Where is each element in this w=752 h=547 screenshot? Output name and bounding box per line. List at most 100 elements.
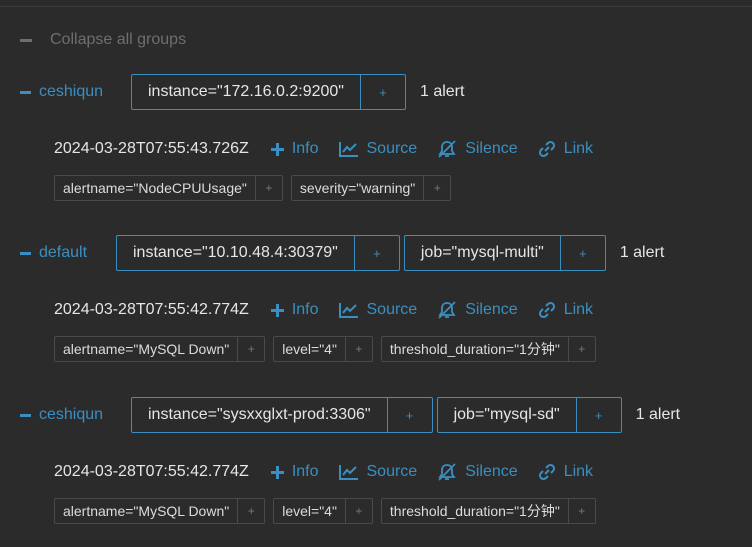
bell-slash-icon [438, 140, 456, 158]
silence-label: Silence [465, 140, 518, 157]
plus-icon [270, 465, 284, 479]
alert-label-text: alertname="MySQL Down" [55, 499, 239, 523]
minus-icon [20, 413, 31, 417]
alert-label-text: severity="warning" [292, 176, 425, 200]
source-label: Source [366, 140, 418, 157]
add-filter-icon[interactable]: + [346, 499, 372, 523]
alert-row: 2024-03-28T07:55:42.774Z Info Source Sil… [54, 298, 613, 322]
group-name: ceshiqun [39, 83, 104, 100]
bell-slash-icon [438, 463, 456, 481]
group-label-text: job="mysql-sd" [438, 398, 577, 432]
alert-labels: alertname="MySQL Down" + level="4" + thr… [54, 498, 604, 524]
alert-label-chip[interactable]: threshold_duration="1分钟" + [380, 336, 596, 362]
alert-timestamp: 2024-03-28T07:55:43.726Z [54, 140, 249, 157]
group-label-text: instance="172.16.0.2:9200" [132, 75, 361, 109]
alert-label-text: threshold_duration="1分钟" [382, 499, 569, 523]
silence-button[interactable]: Silence [437, 463, 518, 481]
group-toggle[interactable]: ceshiqun [20, 406, 116, 424]
chart-line-icon [338, 303, 358, 318]
alert-label-chip[interactable]: level="4" + [273, 498, 373, 524]
alert-label-text: alertname="MySQL Down" [55, 337, 239, 361]
plus-icon [270, 303, 284, 317]
group-label-filter[interactable]: job="mysql-multi" + [403, 235, 606, 271]
alert-label-chip[interactable]: alertname="MySQL Down" + [54, 336, 266, 362]
alert-label-chip[interactable]: threshold_duration="1分钟" + [380, 498, 596, 524]
add-filter-icon[interactable]: + [346, 337, 372, 361]
link-icon [538, 463, 555, 481]
source-label: Source [366, 463, 418, 480]
alert-label-text: level="4" [274, 499, 346, 523]
add-filter-icon[interactable]: + [424, 176, 450, 200]
group-label-filter[interactable]: job="mysql-sd" + [436, 397, 622, 433]
collapse-all-groups-button[interactable]: Collapse all groups [20, 28, 186, 52]
link-icon [538, 301, 555, 319]
link-icon [538, 140, 555, 158]
add-filter-icon[interactable]: + [577, 398, 621, 432]
silence-label: Silence [465, 463, 518, 480]
add-filter-icon[interactable]: + [355, 236, 399, 270]
alert-label-chip[interactable]: alertname="MySQL Down" + [54, 498, 266, 524]
alert-label-chip[interactable]: alertname="NodeCPUUsage" + [54, 175, 283, 201]
info-button[interactable]: Info [270, 463, 319, 481]
link-label: Link [563, 463, 594, 480]
alert-timestamp: 2024-03-28T07:55:42.774Z [54, 463, 249, 480]
add-filter-icon[interactable]: + [569, 499, 595, 523]
add-filter-icon[interactable]: + [569, 337, 595, 361]
alert-row: 2024-03-28T07:55:42.774Z Info Source Sil… [54, 460, 613, 484]
alert-group-header: ceshiqun instance="sysxxglxt-prod:3306" … [20, 396, 680, 434]
alert-group-header: ceshiqun instance="172.16.0.2:9200" + 1 … [20, 73, 464, 111]
alert-label-chip[interactable]: level="4" + [273, 336, 373, 362]
alert-group-header: default instance="10.10.48.4:30379" + jo… [20, 234, 664, 272]
add-filter-icon[interactable]: + [561, 236, 605, 270]
alert-label-chip[interactable]: severity="warning" + [290, 175, 452, 201]
link-label: Link [563, 140, 594, 157]
add-filter-icon[interactable]: + [388, 398, 432, 432]
info-button[interactable]: Info [270, 140, 319, 158]
chart-line-icon [338, 465, 358, 480]
info-button[interactable]: Info [270, 301, 319, 319]
group-label-text: job="mysql-multi" [405, 236, 561, 270]
alert-count: 1 alert [619, 244, 665, 261]
add-filter-icon[interactable]: + [361, 75, 405, 109]
group-label-filter[interactable]: instance="sysxxglxt-prod:3306" + [131, 397, 433, 433]
alert-label-text: alertname="NodeCPUUsage" [55, 176, 256, 200]
minus-icon [20, 90, 31, 94]
link-button[interactable]: Link [538, 301, 593, 319]
group-toggle[interactable]: default [20, 244, 116, 262]
link-button[interactable]: Link [538, 140, 593, 158]
group-label-text: instance="10.10.48.4:30379" [117, 236, 355, 270]
alert-count: 1 alert [635, 406, 681, 423]
alert-labels: alertname="NodeCPUUsage" + severity="war… [54, 175, 459, 201]
add-filter-icon[interactable]: + [238, 337, 264, 361]
source-button[interactable]: Source [338, 301, 418, 319]
group-toggle[interactable]: ceshiqun [20, 83, 116, 101]
link-button[interactable]: Link [538, 463, 593, 481]
silence-button[interactable]: Silence [437, 301, 518, 319]
minus-icon [20, 38, 32, 42]
source-button[interactable]: Source [338, 140, 418, 158]
alert-label-text: threshold_duration="1分钟" [382, 337, 569, 361]
minus-icon [20, 251, 31, 255]
alert-row: 2024-03-28T07:55:43.726Z Info Source Sil… [54, 137, 613, 161]
info-label: Info [291, 463, 319, 480]
group-name: default [39, 244, 88, 261]
info-label: Info [291, 301, 319, 318]
alert-timestamp: 2024-03-28T07:55:42.774Z [54, 301, 249, 318]
silence-label: Silence [465, 301, 518, 318]
link-label: Link [563, 301, 594, 318]
group-label-text: instance="sysxxglxt-prod:3306" [132, 398, 388, 432]
plus-icon [270, 142, 284, 156]
add-filter-icon[interactable]: + [256, 176, 282, 200]
silence-button[interactable]: Silence [437, 140, 518, 158]
group-label-filter[interactable]: instance="10.10.48.4:30379" + [116, 235, 400, 271]
group-name: ceshiqun [39, 406, 104, 423]
chart-line-icon [338, 142, 358, 157]
collapse-all-label: Collapse all groups [50, 31, 187, 48]
top-divider [0, 0, 752, 7]
group-label-filter[interactable]: instance="172.16.0.2:9200" + [131, 74, 406, 110]
source-button[interactable]: Source [338, 463, 418, 481]
add-filter-icon[interactable]: + [238, 499, 264, 523]
alert-label-text: level="4" [274, 337, 346, 361]
alert-labels: alertname="MySQL Down" + level="4" + thr… [54, 336, 604, 362]
source-label: Source [366, 301, 418, 318]
